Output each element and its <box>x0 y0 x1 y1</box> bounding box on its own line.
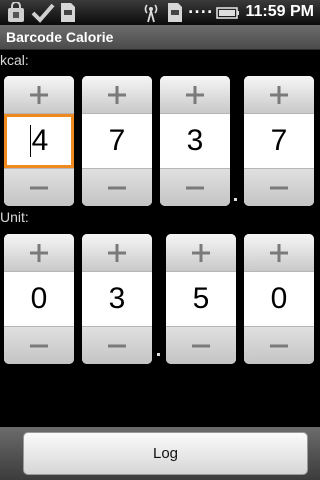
decimal-point <box>157 353 160 356</box>
digit-field[interactable]: 0 <box>4 272 74 326</box>
minus-icon <box>270 186 288 189</box>
signal-broadcast-icon <box>144 4 158 23</box>
status-time: 11:59 PM <box>245 3 314 20</box>
decrement-button[interactable] <box>244 326 314 364</box>
digit-field[interactable]: 7 <box>244 114 314 168</box>
decrement-button[interactable] <box>244 168 314 206</box>
kcal-digit-picker: 7 <box>244 76 314 206</box>
plus-icon <box>270 243 288 262</box>
decrement-button[interactable] <box>82 326 152 364</box>
minus-icon <box>192 344 210 347</box>
increment-button[interactable] <box>82 76 152 114</box>
minus-icon <box>186 186 204 189</box>
increment-button[interactable] <box>244 234 314 272</box>
kcal-digit-picker: 7 <box>82 76 152 206</box>
minus-icon <box>30 186 48 189</box>
unit-digit-picker: 0 <box>4 234 74 364</box>
status-dots: .... <box>188 1 214 17</box>
decrement-button[interactable] <box>4 168 74 206</box>
digit-value: 4 <box>31 124 49 157</box>
app-title-bar: Barcode Calorie <box>0 25 320 50</box>
decrement-button[interactable] <box>166 326 236 364</box>
decrement-button[interactable] <box>160 168 230 206</box>
minus-icon <box>108 186 126 189</box>
plus-icon <box>270 85 288 104</box>
bottom-action-bar: Log <box>0 427 320 480</box>
decrement-button[interactable] <box>4 326 74 364</box>
minus-icon <box>30 344 48 347</box>
plus-icon <box>192 243 210 262</box>
app-title: Barcode Calorie <box>6 29 114 45</box>
log-button[interactable]: Log <box>23 432 308 475</box>
increment-button[interactable] <box>4 234 74 272</box>
digit-field[interactable]: 5 <box>166 272 236 326</box>
increment-button[interactable] <box>82 234 152 272</box>
sim-card-icon <box>61 3 75 22</box>
digit-field[interactable]: 3 <box>160 114 230 168</box>
unit-digit-picker: 0 <box>244 234 314 364</box>
kcal-digit-picker: 4 <box>4 76 74 206</box>
kcal-digit-picker: 3 <box>160 76 230 206</box>
increment-button[interactable] <box>4 76 74 114</box>
unit-digit-picker: 3 <box>82 234 152 364</box>
battery-icon <box>216 7 239 19</box>
unit-label: Unit: <box>0 209 29 225</box>
text-cursor <box>29 125 31 157</box>
checkmark-icon <box>31 3 55 23</box>
plus-icon <box>30 85 48 104</box>
increment-button[interactable] <box>244 76 314 114</box>
decimal-point <box>234 198 237 201</box>
increment-button[interactable] <box>160 76 230 114</box>
digit-field[interactable]: 4 <box>4 114 74 168</box>
digit-field[interactable]: 3 <box>82 272 152 326</box>
digit-field[interactable]: 7 <box>82 114 152 168</box>
plus-icon <box>186 85 204 104</box>
decrement-button[interactable] <box>82 168 152 206</box>
sim-card-icon <box>168 3 182 22</box>
plus-icon <box>108 85 126 104</box>
plus-icon <box>108 243 126 262</box>
shopping-bag-icon <box>8 2 24 22</box>
status-bar: .... 11:59 PM <box>0 0 320 25</box>
digit-field[interactable]: 0 <box>244 272 314 326</box>
unit-digit-picker: 5 <box>166 234 236 364</box>
plus-icon <box>30 243 48 262</box>
increment-button[interactable] <box>166 234 236 272</box>
minus-icon <box>270 344 288 347</box>
kcal-label: kcal: <box>0 52 29 68</box>
minus-icon <box>108 344 126 347</box>
